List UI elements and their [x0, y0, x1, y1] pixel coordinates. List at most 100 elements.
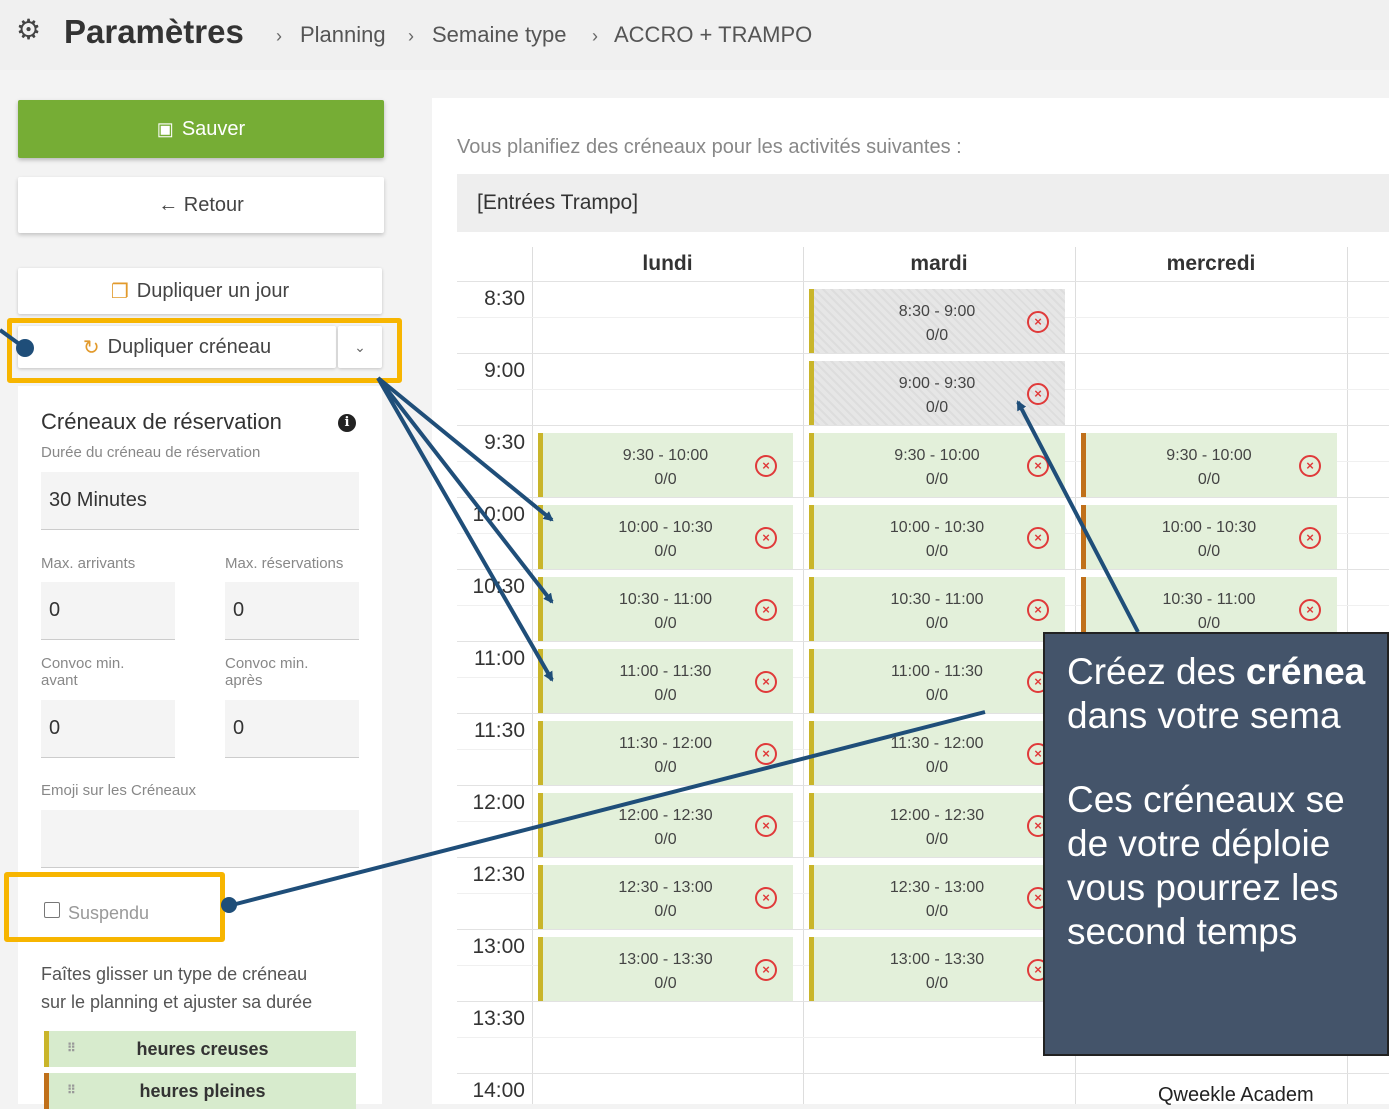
breadcrumb-semaine-type[interactable]: Semaine type — [432, 22, 567, 48]
remove-slot-icon[interactable]: × — [1299, 599, 1321, 621]
slot-count: 0/0 — [654, 543, 677, 560]
remove-slot-icon[interactable]: × — [755, 671, 777, 693]
slot-count: 0/0 — [925, 903, 949, 920]
calendar-slot[interactable]: 13:00 - 13:30 0/0 × — [809, 937, 1065, 1001]
row-divider — [457, 425, 1389, 426]
max-reservations-label: Max. réservations — [225, 555, 344, 572]
duplicate-day-button[interactable]: ❐ Dupliquer un jour — [18, 268, 382, 314]
column-divider — [532, 247, 533, 1104]
time-label: 9:00 — [484, 359, 525, 382]
calendar-slot[interactable]: 12:00 - 12:30 0/0 × — [809, 793, 1065, 857]
max-arrivals-field[interactable]: 0 — [41, 582, 175, 640]
calendar-slot[interactable]: 9:30 - 10:00 0/0 × — [809, 433, 1065, 497]
calendar-slot[interactable]: 11:00 - 11:30 0/0 × — [809, 649, 1065, 713]
remove-slot-icon[interactable]: × — [1027, 455, 1049, 477]
remove-slot-icon[interactable]: × — [755, 527, 777, 549]
gear-icon: ⚙ — [16, 14, 42, 45]
remove-slot-icon[interactable]: × — [755, 599, 777, 621]
slot-count: 0/0 — [654, 687, 677, 704]
drag-hint: Faîtes glisser un type de créneau sur le… — [41, 964, 313, 1012]
row-divider — [457, 569, 1389, 570]
day-header-mardi: mardi — [910, 252, 968, 275]
calendar-slot[interactable]: 10:30 - 11:00 0/0 × — [809, 577, 1065, 641]
remove-slot-icon[interactable]: × — [755, 959, 777, 981]
tooltip-line: Ces créneaux se — [1067, 779, 1345, 820]
slot-count: 0/0 — [925, 975, 949, 992]
slot-count: 0/0 — [1197, 615, 1221, 632]
convoc-before-label: Convoc min. avant — [41, 655, 125, 689]
calendar-slot[interactable]: 9:00 - 9:30 0/0 × — [809, 361, 1065, 425]
activity-selector[interactable]: [Entrées Trampo] — [457, 174, 1389, 232]
time-label: 12:00 — [472, 791, 525, 814]
remove-slot-icon[interactable]: × — [755, 455, 777, 477]
slot-count: 0/0 — [925, 687, 949, 704]
emoji-field[interactable] — [41, 810, 359, 868]
highlight-duplicate-slot — [7, 318, 402, 383]
back-label: ← Retour — [158, 193, 244, 216]
tooltip-line: Créez des crénea — [1067, 651, 1366, 692]
remove-slot-icon[interactable]: × — [1299, 455, 1321, 477]
calendar-slot[interactable]: 13:00 - 13:30 0/0 × — [538, 937, 793, 1001]
save-icon: ▣ — [156, 118, 174, 139]
slot-count: 0/0 — [654, 615, 677, 632]
back-button[interactable]: ← Retour — [18, 177, 384, 233]
drag-handle-icon[interactable]: ⠿ — [67, 1041, 76, 1055]
calendar-slot[interactable]: 11:30 - 12:00 0/0 × — [809, 721, 1065, 785]
slot-type-heures-creuses[interactable]: ⠿ heures creuses — [44, 1031, 356, 1067]
calendar-slot[interactable]: 11:30 - 12:00 0/0 × — [538, 721, 793, 785]
intro-text: Vous planifiez des créneaux pour les act… — [457, 136, 962, 158]
calendar-slot[interactable]: 12:30 - 13:00 0/0 × — [538, 865, 793, 929]
save-button[interactable]: ▣ Sauver — [18, 100, 384, 158]
calendar-slot[interactable]: 10:00 - 10:30 0/0 × — [809, 505, 1065, 569]
remove-slot-icon[interactable]: × — [1027, 311, 1049, 333]
tooltip-line: second temps — [1067, 911, 1298, 952]
remove-slot-icon[interactable]: × — [755, 887, 777, 909]
row-divider — [457, 1073, 1389, 1074]
calendar-slot[interactable]: 12:30 - 13:00 0/0 × — [809, 865, 1065, 929]
calendar-slot[interactable]: 9:30 - 10:00 0/0 × — [538, 433, 793, 497]
remove-slot-icon[interactable]: × — [1027, 383, 1049, 405]
calendar-slot[interactable]: 12:00 - 12:30 0/0 × — [538, 793, 793, 857]
duration-label: Durée du créneau de réservation — [41, 444, 261, 461]
emoji-label: Emoji sur les Créneaux — [41, 782, 197, 799]
breadcrumb-planning[interactable]: Planning — [300, 22, 386, 48]
calendar-slot[interactable]: 10:30 - 11:00 0/0 × — [538, 577, 793, 641]
duration-field[interactable]: 30 Minutes — [41, 472, 359, 530]
calendar-slot[interactable]: 10:00 - 10:30 0/0 × — [538, 505, 793, 569]
calendar-slot[interactable]: 9:30 - 10:00 0/0 × — [1081, 433, 1337, 497]
remove-slot-icon[interactable]: × — [1027, 599, 1049, 621]
time-label: 9:30 — [484, 431, 525, 454]
remove-slot-icon[interactable]: × — [1299, 527, 1321, 549]
slot-count: 0/0 — [925, 831, 949, 848]
highlight-suspended — [4, 872, 225, 942]
page-header: ⚙ Paramètres › Planning › Semaine type ›… — [0, 0, 1389, 70]
time-label: 10:30 — [472, 575, 525, 598]
slot-count: 0/0 — [925, 471, 949, 488]
calendar-slot[interactable]: 8:30 - 9:00 0/0 × — [809, 289, 1065, 353]
calendar-slot[interactable]: 11:00 - 11:30 0/0 × — [538, 649, 793, 713]
tooltip-line: dans votre sema — [1067, 695, 1341, 736]
convoc-after-field[interactable]: 0 — [225, 700, 359, 758]
info-icon[interactable]: i — [338, 414, 356, 432]
calendar-slot[interactable]: 10:00 - 10:30 0/0 × — [1081, 505, 1337, 569]
slot-count: 0/0 — [1197, 543, 1221, 560]
remove-slot-icon[interactable]: × — [1027, 527, 1049, 549]
drag-handle-icon[interactable]: ⠿ — [67, 1083, 76, 1097]
remove-slot-icon[interactable]: × — [755, 743, 777, 765]
panel-title: Créneaux de réservation — [41, 409, 282, 434]
day-header-lundi: lundi — [642, 252, 693, 275]
slot-count: 0/0 — [925, 399, 949, 416]
time-label: 13:00 — [472, 935, 525, 958]
max-arrivals-label: Max. arrivants — [41, 555, 136, 572]
slot-count: 0/0 — [654, 903, 677, 920]
slot-count: 0/0 — [654, 975, 677, 992]
convoc-before-field[interactable]: 0 — [41, 700, 175, 758]
slot-count: 0/0 — [654, 759, 677, 776]
convoc-after-label: Convoc min. après — [225, 655, 309, 689]
slot-count: 0/0 — [925, 543, 949, 560]
max-reservations-field[interactable]: 0 — [225, 582, 359, 640]
remove-slot-icon[interactable]: × — [755, 815, 777, 837]
copy-icon: ❐ — [110, 280, 129, 303]
save-label: Sauver — [181, 117, 246, 140]
breadcrumb-separator: › — [276, 26, 282, 46]
